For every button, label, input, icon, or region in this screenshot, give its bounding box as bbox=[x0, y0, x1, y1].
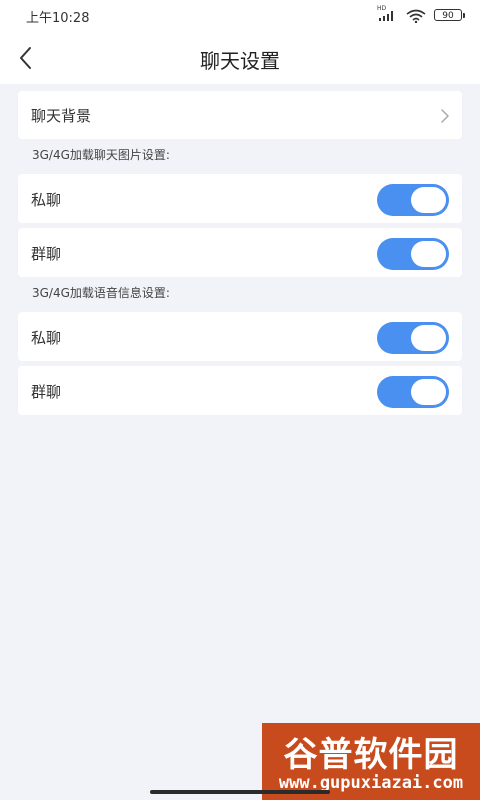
page-title: 聊天设置 bbox=[200, 49, 280, 73]
private-chat-label: 私聊 bbox=[31, 329, 62, 347]
toggle-knob bbox=[411, 325, 446, 351]
status-icons: HD 90 bbox=[377, 5, 465, 24]
chat-background-row[interactable]: 聊天背景 bbox=[18, 91, 462, 139]
image-group-chat-toggle[interactable] bbox=[377, 238, 449, 270]
chat-background-label: 聊天背景 bbox=[31, 107, 92, 125]
home-indicator[interactable] bbox=[150, 790, 330, 794]
wifi-icon bbox=[406, 8, 426, 24]
watermark-brand: 谷普软件园 bbox=[283, 735, 459, 775]
header: 聊天设置 bbox=[0, 32, 480, 84]
toggle-knob bbox=[411, 241, 446, 267]
group-chat-label: 群聊 bbox=[31, 383, 62, 401]
list-item-voice-group-chat: 群聊 bbox=[18, 366, 462, 415]
status-time: 上午10:28 bbox=[26, 11, 90, 26]
list-item-voice-private-chat: 私聊 bbox=[18, 312, 462, 361]
chevron-right-icon bbox=[441, 109, 449, 123]
image-private-chat-toggle[interactable] bbox=[377, 184, 449, 216]
list-item-image-private-chat: 私聊 bbox=[18, 174, 462, 223]
voice-loading-section-label: 3G/4G加载语音信息设置: bbox=[32, 286, 170, 300]
battery-icon: 90 bbox=[434, 9, 465, 21]
watermark-logo: 谷普软件园 www.gupuxiazai.com bbox=[262, 723, 480, 800]
signal-icon: HD bbox=[377, 5, 398, 22]
status-bar: 上午10:28 HD 90 bbox=[0, 0, 480, 32]
private-chat-label: 私聊 bbox=[31, 191, 62, 209]
image-loading-section-label: 3G/4G加载聊天图片设置: bbox=[32, 148, 170, 162]
list-item-image-group-chat: 群聊 bbox=[18, 228, 462, 277]
voice-private-chat-toggle[interactable] bbox=[377, 322, 449, 354]
toggle-knob bbox=[411, 187, 446, 213]
voice-group-chat-toggle[interactable] bbox=[377, 376, 449, 408]
toggle-knob bbox=[411, 379, 446, 405]
group-chat-label: 群聊 bbox=[31, 245, 62, 263]
